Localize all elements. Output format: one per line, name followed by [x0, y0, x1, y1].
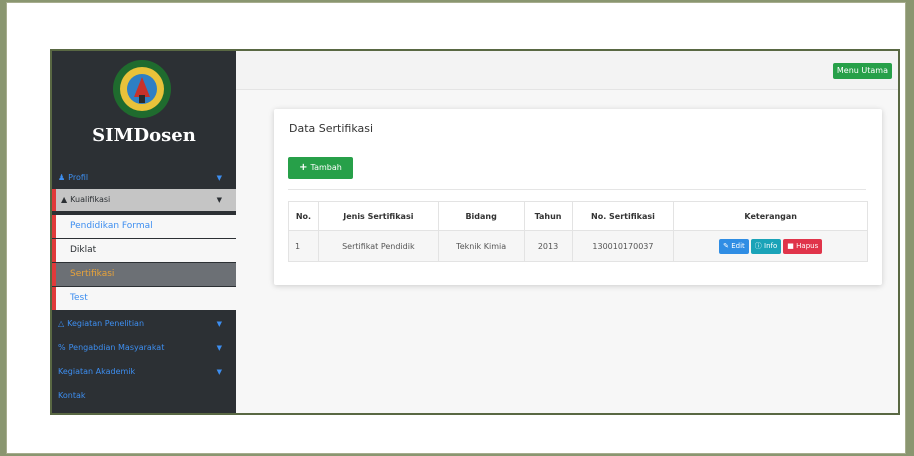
edit-button-label: Edit: [731, 241, 745, 250]
sidebar-subitem-test[interactable]: Test: [52, 287, 236, 310]
sidebar-item-kualifikasi[interactable]: ▲ Kualifikasi ▼: [52, 189, 236, 211]
caret-down-icon: ▼: [216, 320, 222, 328]
sidebar: SIMDosen ♟ Profil ▼ ▲ Kualifikasi ▼ Pendid…: [52, 51, 236, 413]
share-icon: %: [58, 343, 66, 352]
column-header: No.: [288, 201, 319, 231]
sidebar-item-label: Kualifikasi: [70, 195, 111, 204]
sidebar-item-profil[interactable]: ♟ Profil ▼: [52, 167, 236, 189]
info-button-label: Info: [764, 241, 778, 250]
sidebar-item-pengabdian[interactable]: % Pengabdian Masyarakat ▼: [52, 337, 236, 359]
sidebar-item-label: Kegiatan Penelitian: [67, 319, 145, 328]
plus-icon: +: [299, 162, 308, 173]
sidebar-subitem-diklat[interactable]: Diklat: [52, 239, 236, 262]
sidebar-subitem-sertifikasi[interactable]: Sertifikasi: [52, 263, 236, 286]
edit-button[interactable]: ✎ Edit: [719, 238, 749, 254]
logo-emblem: [113, 60, 171, 118]
table-header-row: No. Jenis Sertifikasi Bidang Tahun No. S…: [288, 201, 868, 231]
cell-jenis: Sertifikat Pendidik: [317, 230, 439, 262]
sidebar-item-label: Pengabdian Masyarakat: [68, 343, 165, 352]
trash-icon: ■: [787, 241, 794, 250]
add-button-label: Tambah: [310, 163, 342, 172]
sidebar-item-label: Profil: [68, 173, 89, 182]
info-button[interactable]: ⓘ Info: [750, 238, 782, 254]
caret-down-icon: ▼: [216, 196, 222, 204]
caret-down-icon: ▼: [216, 368, 222, 376]
hapus-button-label: Hapus: [796, 241, 819, 250]
caret-down-icon: ▼: [216, 174, 222, 182]
cell-actions: ✎ Edit ⓘ Info ■ Hapus: [673, 230, 868, 262]
cell-tahun: 2013: [523, 230, 573, 262]
column-header: Keterangan: [673, 201, 868, 231]
column-header: Tahun: [523, 201, 573, 231]
app-window: SIMDosen ♟ Profil ▼ ▲ Kualifikasi ▼ Pendid…: [50, 49, 900, 415]
sidebar-item-label: Kontak: [58, 391, 86, 400]
column-header: No. Sertifikasi: [571, 201, 675, 231]
browser-frame: SIMDosen ♟ Profil ▼ ▲ Kualifikasi ▼ Pendid…: [6, 2, 906, 454]
sidebar-subitem-pendidikan-formal[interactable]: Pendidikan Formal: [52, 215, 236, 238]
sidebar-item-kontak[interactable]: Kontak: [52, 385, 236, 407]
page-title: Data Sertifikasi: [289, 122, 374, 135]
cell-no: 1: [288, 230, 319, 262]
divider: [288, 189, 866, 190]
sidebar-item-kegiatan-akademik[interactable]: Kegiatan Akademik ▼: [52, 361, 236, 383]
content-card: Data Sertifikasi + Tambah No. Jenis Serti…: [274, 109, 882, 285]
sertifikasi-table: No. Jenis Sertifikasi Bidang Tahun No. S…: [288, 201, 868, 262]
top-bar: Menu Utama: [236, 51, 898, 90]
menu-utama-button[interactable]: Menu Utama: [832, 63, 892, 79]
app-brand: SIMDosen: [92, 125, 196, 146]
info-icon: ⓘ: [754, 241, 762, 250]
column-header: Bidang: [437, 201, 525, 231]
table-row: 1 Sertifikat Pendidik Teknik Kimia 2013 …: [288, 230, 868, 262]
add-button[interactable]: + Tambah: [288, 157, 353, 179]
graduation-cap-icon: ▲: [61, 195, 68, 204]
column-header: Jenis Sertifikasi: [317, 201, 439, 231]
user-icon: ♟: [58, 173, 66, 182]
sidebar-item-label: Kegiatan Akademik: [58, 367, 136, 376]
hapus-button[interactable]: ■ Hapus: [783, 238, 823, 254]
edit-icon: ✎: [723, 241, 729, 250]
caret-down-icon: ▼: [216, 344, 222, 352]
cell-nomor: 130010170037: [571, 230, 675, 262]
flask-icon: △: [58, 319, 65, 328]
cell-bidang: Teknik Kimia: [437, 230, 525, 262]
sidebar-item-kegiatan-penelitian[interactable]: △ Kegiatan Penelitian ▼: [52, 313, 236, 335]
